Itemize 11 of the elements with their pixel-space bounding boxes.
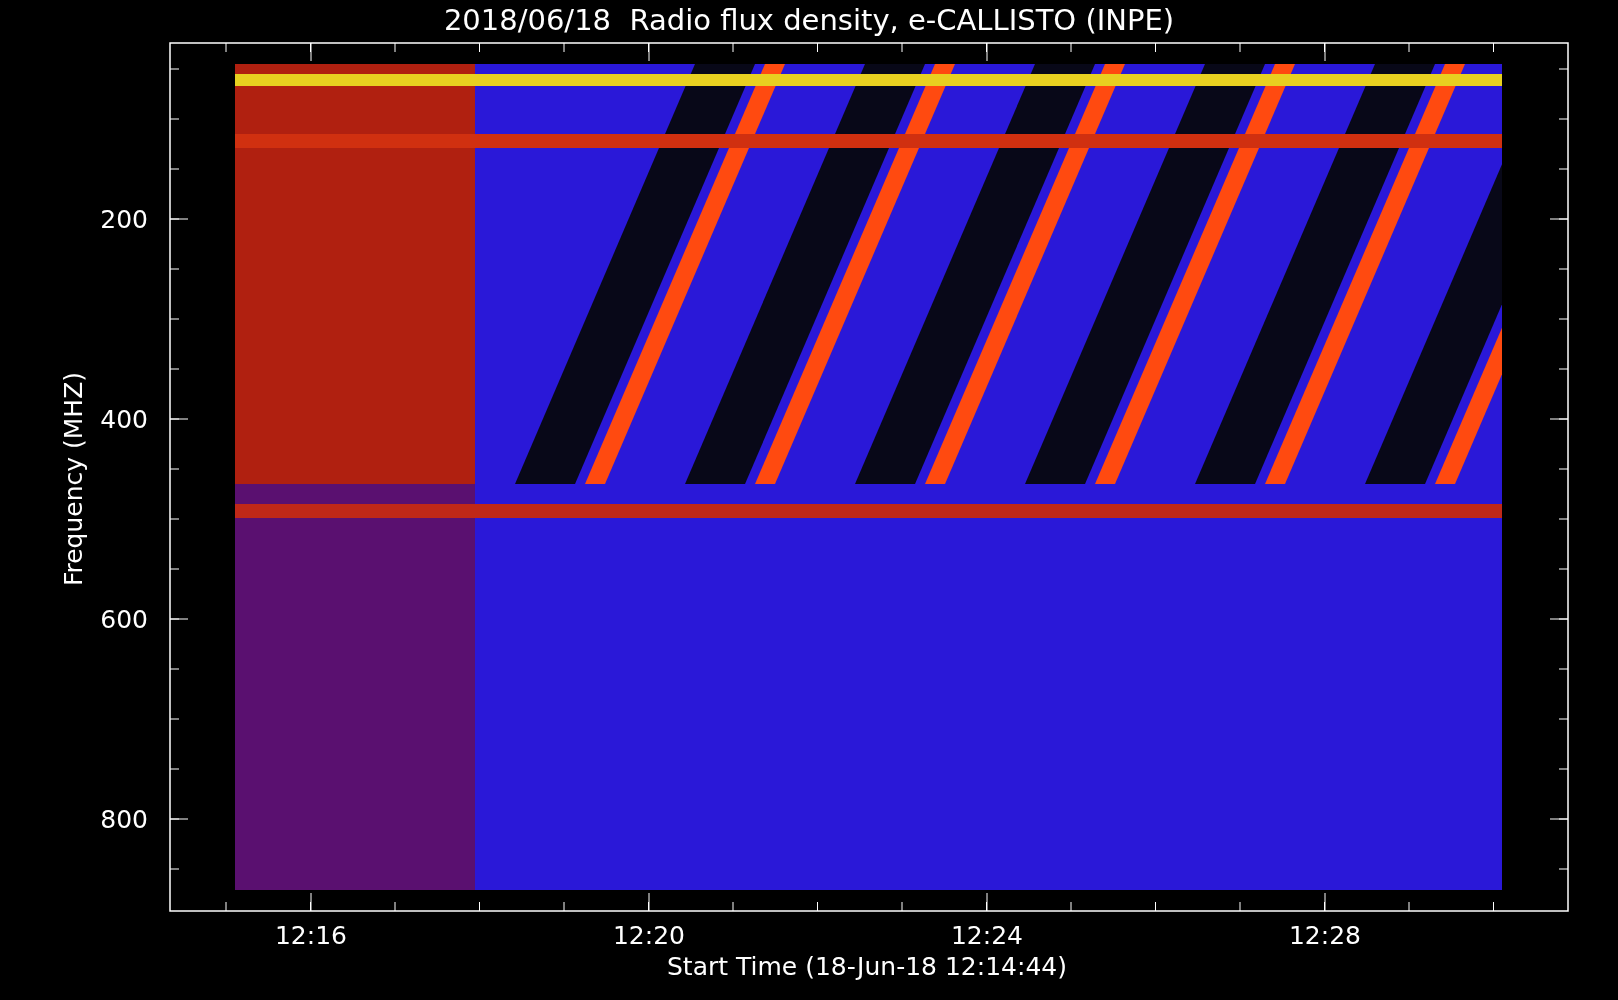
- x-tick-label: 12:16: [275, 921, 347, 950]
- y-tick-label: 800: [100, 805, 148, 834]
- y-tick-label: 200: [100, 205, 148, 234]
- x-axis-label: Start Time (18-Jun-18 12:14:44): [667, 952, 1067, 981]
- y-tick-label: 400: [100, 405, 148, 434]
- y-axis-label: Frequency (MHZ): [59, 371, 88, 587]
- y-tick-label: 600: [100, 605, 148, 634]
- x-tick-label: 12:20: [613, 921, 685, 950]
- plot-title: 2018/06/18 Radio flux density, e-CALLISTO (INPE): [443, 3, 1175, 37]
- x-tick-label: 12:28: [1289, 921, 1361, 950]
- x-tick-label: 12:24: [951, 921, 1023, 950]
